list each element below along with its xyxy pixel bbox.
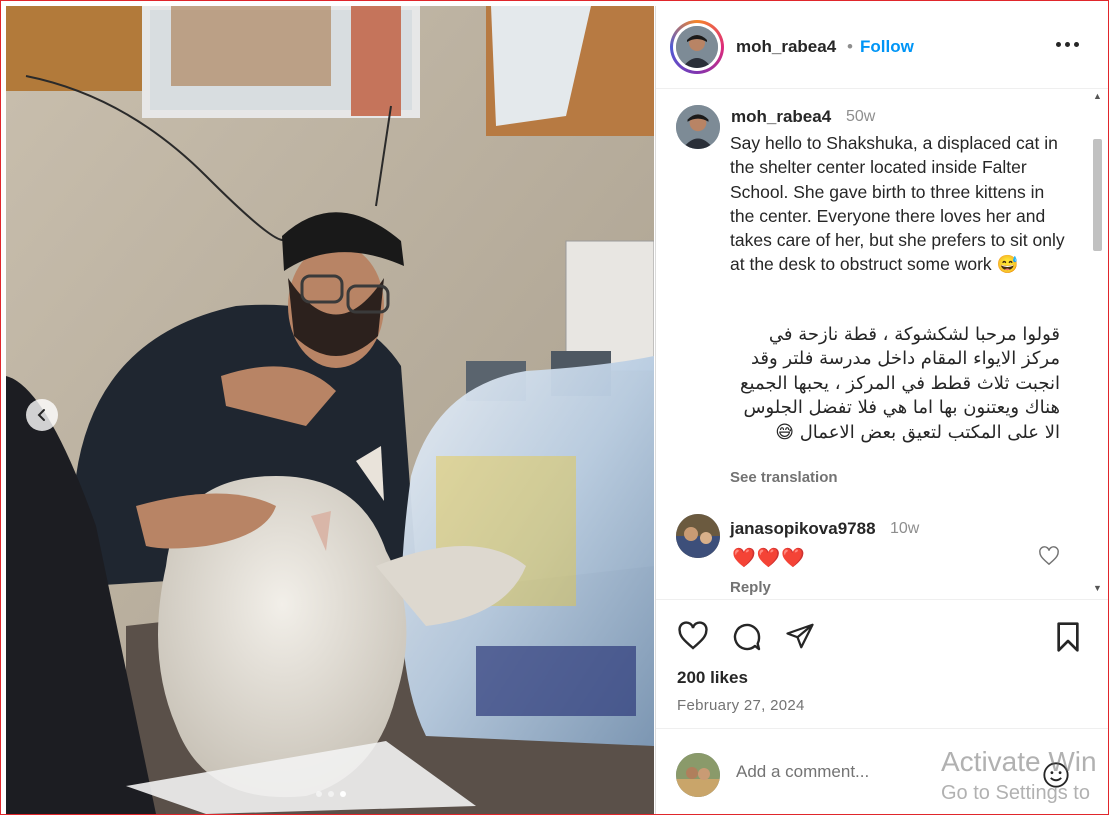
carousel-dots <box>316 791 346 797</box>
comment-text: ❤️❤️❤️ <box>732 548 806 569</box>
add-comment-input[interactable] <box>734 761 938 783</box>
emoji-icon <box>1043 762 1069 788</box>
post-date[interactable]: February 27, 2024 <box>677 697 805 714</box>
scroll-down-arrow[interactable]: ▼ <box>1093 583 1102 593</box>
caption-timestamp[interactable]: 50w <box>846 108 875 126</box>
follow-button[interactable]: Follow <box>860 37 914 57</box>
post-header: moh_rabea4 • Follow <box>656 6 1108 89</box>
likes-count[interactable]: 200 likes <box>677 668 748 688</box>
see-translation-link[interactable]: See translation <box>730 469 838 486</box>
comment-button[interactable] <box>731 621 763 658</box>
comment-timestamp: 10w <box>890 520 920 537</box>
caption-text-english: Say hello to Shakshuka, a displaced cat … <box>730 133 1065 275</box>
post-side-panel: moh_rabea4 • Follow moh_rabea4 50w Say h… <box>655 6 1108 814</box>
save-icon <box>1057 622 1079 652</box>
more-icon[interactable] <box>1056 42 1079 47</box>
heart-icon <box>678 621 708 650</box>
avatar <box>676 26 718 68</box>
caption-text-arabic: قولوا مرحبا لشكشوكة ، قطة نازحة في مركز … <box>739 324 1060 443</box>
caption-username[interactable]: moh_rabea4 <box>731 107 831 127</box>
heart-icon <box>1039 546 1059 566</box>
comments-scrollbar[interactable]: ▲ ▼ <box>1089 89 1106 599</box>
scroll-up-arrow[interactable]: ▲ <box>1093 91 1102 101</box>
header-username[interactable]: moh_rabea4 <box>736 37 836 57</box>
carousel-dot <box>316 791 322 797</box>
carousel-dot <box>328 791 334 797</box>
post-photo[interactable] <box>6 6 654 814</box>
carousel-dot-active <box>340 791 346 797</box>
current-user-avatar <box>676 753 720 797</box>
action-bar <box>656 611 1108 661</box>
share-icon <box>786 623 814 649</box>
carousel-prev-button[interactable] <box>26 399 58 431</box>
comment-username[interactable]: janasopikova9788 <box>730 519 876 539</box>
instagram-post-window: moh_rabea4 • Follow moh_rabea4 50w Say h… <box>0 0 1109 815</box>
commenter-avatar[interactable] <box>676 514 720 558</box>
share-button[interactable] <box>784 621 816 656</box>
post-photo-image <box>6 6 654 814</box>
emoji-button[interactable] <box>1042 761 1070 794</box>
header-separator: • <box>847 37 853 56</box>
reply-button[interactable]: Reply <box>730 579 771 596</box>
scrollbar-thumb[interactable] <box>1093 139 1102 251</box>
chevron-left-icon <box>37 409 45 421</box>
comments-section[interactable]: moh_rabea4 50w Say hello to Shakshuka, a… <box>656 89 1108 600</box>
add-comment-row <box>656 728 1108 814</box>
comment-icon <box>733 623 761 651</box>
save-button[interactable] <box>1054 621 1082 658</box>
like-button[interactable] <box>677 621 709 656</box>
comment-like-button[interactable] <box>1038 546 1060 571</box>
story-ring[interactable] <box>670 20 724 74</box>
caption-avatar[interactable] <box>676 105 720 149</box>
